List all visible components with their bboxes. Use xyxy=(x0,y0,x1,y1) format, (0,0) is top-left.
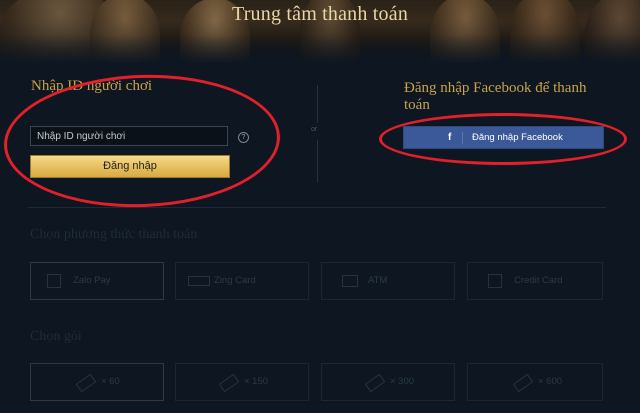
package-option[interactable]: × 300 xyxy=(321,363,455,401)
button-separator xyxy=(462,132,463,144)
atm-card-icon xyxy=(342,275,358,287)
package-amount: × 600 xyxy=(538,376,563,387)
header-banner: Trung tâm thanh toán xyxy=(0,0,640,62)
zalopay-icon xyxy=(47,274,61,288)
player-id-heading: Nhập ID người chơi xyxy=(31,78,153,94)
currency-icon xyxy=(512,373,534,393)
facebook-icon: f xyxy=(448,132,452,143)
package-amount: × 300 xyxy=(390,376,415,387)
zing-card-icon xyxy=(188,276,210,286)
payment-method-label: Zalo Pay xyxy=(73,275,111,286)
credit-card-icon xyxy=(488,274,502,288)
payment-method-zing-card[interactable]: Zing Card xyxy=(175,262,309,300)
payment-method-heading: Chọn phương thức thanh toán xyxy=(30,227,198,242)
facebook-login-button[interactable]: f Đăng nhập Facebook xyxy=(403,126,604,149)
currency-icon xyxy=(75,373,97,393)
vertical-divider xyxy=(317,140,318,182)
payment-method-label: Credit Card xyxy=(514,275,563,286)
help-icon[interactable]: ? xyxy=(238,132,249,143)
package-heading: Chọn gói xyxy=(30,329,82,344)
or-separator: or xyxy=(311,126,318,133)
login-button[interactable]: Đăng nhập xyxy=(30,155,230,178)
payment-method-atm[interactable]: ATM xyxy=(321,262,455,300)
player-id-input[interactable] xyxy=(30,126,228,146)
package-option[interactable]: × 150 xyxy=(175,363,309,401)
payment-method-label: ATM xyxy=(368,275,388,286)
currency-icon xyxy=(364,373,386,393)
facebook-login-heading: Đăng nhập Facebook để thanh toán xyxy=(404,80,587,113)
payment-method-credit-card[interactable]: Credit Card xyxy=(467,262,603,300)
vertical-divider xyxy=(317,85,318,123)
payment-method-zalopay[interactable]: Zalo Pay xyxy=(30,262,164,300)
package-amount: × 150 xyxy=(244,376,269,387)
facebook-login-label: Đăng nhập Facebook xyxy=(472,132,563,143)
package-option[interactable]: × 60 xyxy=(30,363,164,401)
page-title: Trung tâm thanh toán xyxy=(231,3,409,25)
payment-method-label: Zing Card xyxy=(214,275,256,286)
package-amount: × 60 xyxy=(101,376,120,387)
section-divider xyxy=(28,207,606,208)
package-option[interactable]: × 600 xyxy=(467,363,603,401)
currency-icon xyxy=(218,373,240,393)
